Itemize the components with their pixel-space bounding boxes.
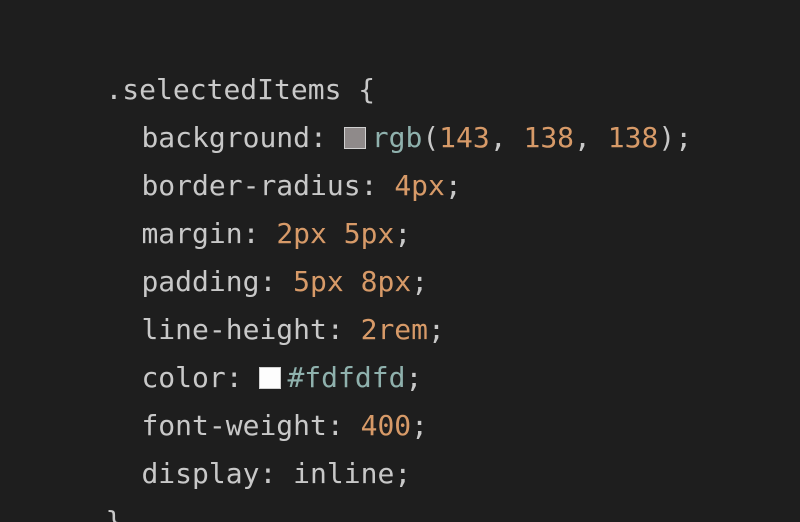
code-line-display: display: inline; [141,457,412,490]
code-line-margin: margin: 2px 5px; [141,217,412,250]
property-name: display [141,457,260,490]
arg-value: 138 [607,121,659,154]
code-line-padding: padding: 5px 8px; [141,265,429,298]
close-brace: } [105,505,123,522]
code-line-border-radius: border-radius: 4px; [141,169,462,202]
code-line-line-height: line-height: 2rem; [141,313,445,346]
fn-close-paren: ) [658,121,676,154]
code-line-close: } [38,450,122,522]
code-line-font-weight: font-weight: 400; [141,409,429,442]
arg-value: 138 [523,121,575,154]
code-line-color: color: #fdfdfd; [141,361,423,394]
code-line-selector: .selectedItems { [38,18,375,106]
code-editor[interactable]: .selectedItems { background: rgb(143, 13… [0,0,800,522]
code-line-background: background: rgb(143, 138, 138); [141,121,693,154]
property-value: inline [293,457,395,490]
